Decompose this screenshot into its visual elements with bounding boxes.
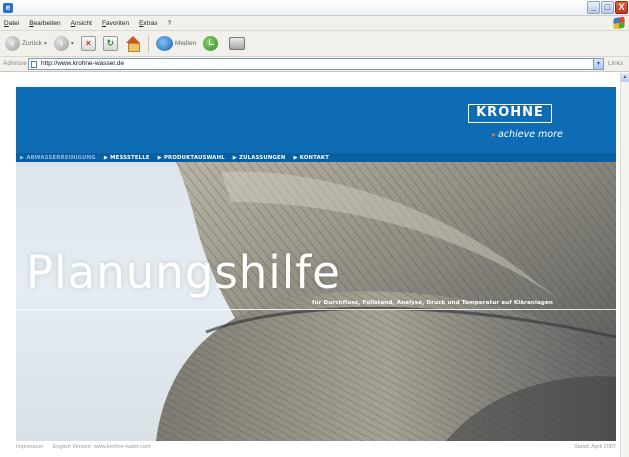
close-button[interactable]: X bbox=[615, 1, 628, 14]
footer-links: Impressum English Version: www.krohne-wa… bbox=[16, 444, 159, 450]
minimize-button[interactable]: _ bbox=[587, 1, 600, 14]
ie-icon: e bbox=[3, 3, 13, 13]
history-icon bbox=[203, 36, 219, 51]
windows-logo-icon bbox=[613, 16, 625, 30]
back-button[interactable]: ‹ Zurück ▾ bbox=[3, 34, 49, 54]
home-button[interactable] bbox=[123, 34, 143, 54]
hero-image: Planungshilfe für Durchfluss, Füllstand,… bbox=[16, 162, 616, 441]
stop-button[interactable]: × bbox=[79, 34, 98, 54]
back-label: Zurück bbox=[22, 40, 42, 47]
page-viewport: KROHNE ▸ achieve more ▶ ABWASSERREINIGUNG… bbox=[0, 73, 629, 457]
refresh-button[interactable]: ↻ bbox=[101, 34, 120, 54]
print-icon bbox=[229, 37, 246, 50]
footer-date: Stand: April 2007 bbox=[574, 444, 616, 450]
toolbar-separator bbox=[147, 34, 149, 53]
address-dropdown-icon[interactable]: ▾ bbox=[593, 59, 603, 69]
page-icon bbox=[31, 61, 37, 68]
window-titlebar: e _ □ X bbox=[0, 0, 629, 16]
menu-datei[interactable]: Datei bbox=[4, 20, 19, 27]
toolbar: ‹ Zurück ▾ › ▾ × ↻ Medien bbox=[0, 31, 629, 57]
hero-title: Planungshilfe bbox=[26, 246, 341, 299]
media-label: Medien bbox=[174, 40, 197, 47]
forward-button[interactable]: › ▾ bbox=[52, 34, 76, 54]
media-button[interactable]: Medien bbox=[154, 34, 198, 54]
hero-divider bbox=[16, 309, 616, 310]
refresh-icon: ↻ bbox=[102, 36, 118, 51]
menu-help[interactable]: ? bbox=[168, 20, 172, 27]
back-icon: ‹ bbox=[5, 36, 20, 51]
tagline-arrow-icon: ▸ bbox=[492, 130, 497, 139]
menu-ansicht[interactable]: Ansicht bbox=[71, 20, 92, 27]
tagline-text: achieve more bbox=[498, 129, 563, 140]
home-icon bbox=[125, 36, 141, 52]
footer-impressum-link[interactable]: Impressum bbox=[16, 444, 43, 450]
tagline: ▸ achieve more bbox=[492, 129, 563, 140]
site-nav: ▶ ABWASSERREINIGUNG ▶ MESSSTELLE ▶ PRODU… bbox=[16, 153, 616, 162]
forward-icon: › bbox=[53, 36, 69, 51]
address-input[interactable]: http://www.krohne-wasser.de ▾ bbox=[28, 58, 604, 70]
stop-icon: × bbox=[80, 36, 96, 51]
address-bar: Adresse http://www.krohne-wasser.de ▾ Li… bbox=[0, 57, 629, 72]
forward-dropdown-icon[interactable]: ▾ bbox=[71, 40, 74, 47]
menu-favoriten[interactable]: Favoriten bbox=[102, 20, 129, 27]
nav-produktauswahl[interactable]: ▶ PRODUKTAUSWAHL bbox=[158, 155, 225, 161]
nav-messstelle[interactable]: ▶ MESSSTELLE bbox=[104, 155, 150, 161]
hero-subtitle: für Durchfluss, Füllstand, Analyse, Druc… bbox=[312, 300, 553, 306]
links-button[interactable]: Links bbox=[608, 60, 623, 67]
window-controls: _ □ X bbox=[587, 1, 628, 14]
menu-extras[interactable]: Extras bbox=[139, 20, 157, 27]
vertical-scrollbar[interactable]: ▲ bbox=[620, 73, 629, 457]
back-dropdown-icon[interactable]: ▾ bbox=[44, 40, 47, 47]
site-footer: Impressum English Version: www.krohne-wa… bbox=[16, 442, 616, 452]
maximize-button[interactable]: □ bbox=[601, 1, 614, 14]
scroll-up-icon[interactable]: ▲ bbox=[621, 73, 629, 82]
site-header: KROHNE ▸ achieve more bbox=[16, 87, 616, 153]
address-url[interactable]: http://www.krohne-wasser.de bbox=[41, 60, 124, 67]
print-button[interactable] bbox=[223, 34, 247, 54]
media-icon bbox=[155, 36, 173, 51]
nav-zulassungen[interactable]: ▶ ZULASSUNGEN bbox=[233, 155, 286, 161]
footer-english-link[interactable]: English Version: www.krohne-water.com bbox=[53, 444, 151, 450]
nav-kontakt[interactable]: ▶ KONTAKT bbox=[293, 155, 329, 161]
nav-abwasserreinigung[interactable]: ▶ ABWASSERREINIGUNG bbox=[20, 155, 96, 161]
krohne-logo[interactable]: KROHNE bbox=[468, 104, 552, 123]
address-label: Adresse bbox=[3, 60, 27, 67]
menu-bar: Datei Bearbeiten Ansicht Favoriten Extra… bbox=[0, 16, 629, 31]
history-button[interactable] bbox=[201, 34, 220, 54]
menu-bearbeiten[interactable]: Bearbeiten bbox=[29, 20, 60, 27]
